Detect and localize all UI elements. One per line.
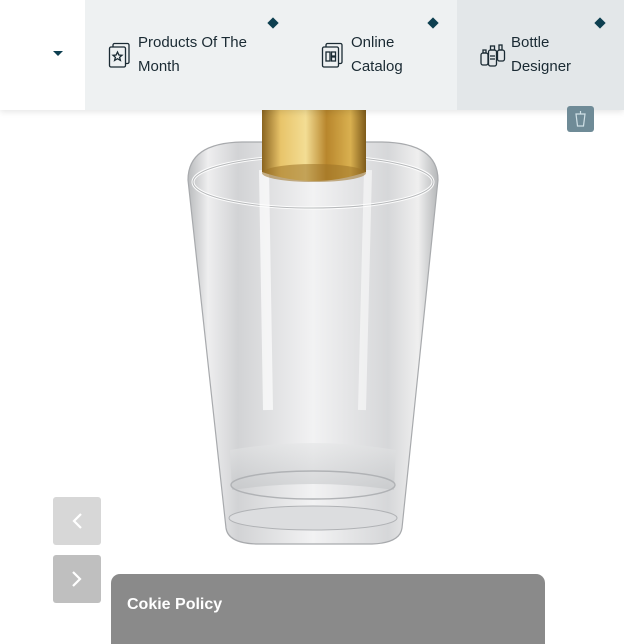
cookie-policy-banner: Cokie Policy [111,574,545,644]
diamond-marker-icon [267,17,279,29]
nav-item-bottle-designer[interactable]: Bottle Designer [457,0,624,110]
gallery-next-button[interactable] [53,555,101,603]
gallery-previous-button[interactable] [53,497,101,545]
nav-item-label: Products Of The Month [138,34,247,75]
bottle-view-button[interactable] [567,106,594,132]
cookie-policy-title: Cokie Policy [127,596,223,613]
nav-item-products-of-the-month[interactable]: Products Of The Month [85,0,287,110]
product-bottle-image [187,110,439,545]
nav-item-online-catalog[interactable]: Online Catalog [287,0,457,110]
chevron-right-icon [72,571,82,587]
star-document-icon [106,41,134,69]
bottles-icon [479,41,507,69]
diamond-marker-icon [427,17,439,29]
diamond-marker-icon [594,17,606,29]
menu-dropdown-toggle[interactable] [0,0,85,110]
product-image-area [0,110,624,624]
catalog-icon [319,41,347,69]
chevron-left-icon [72,513,82,529]
nav-item-label: Online Catalog [351,34,403,75]
nav-item-label: Bottle Designer [511,34,572,75]
caret-down-icon [53,51,63,56]
top-navigation-bar: Products Of The Month Online Catalog Bot… [0,0,624,110]
bottle-view-icon [575,111,586,127]
